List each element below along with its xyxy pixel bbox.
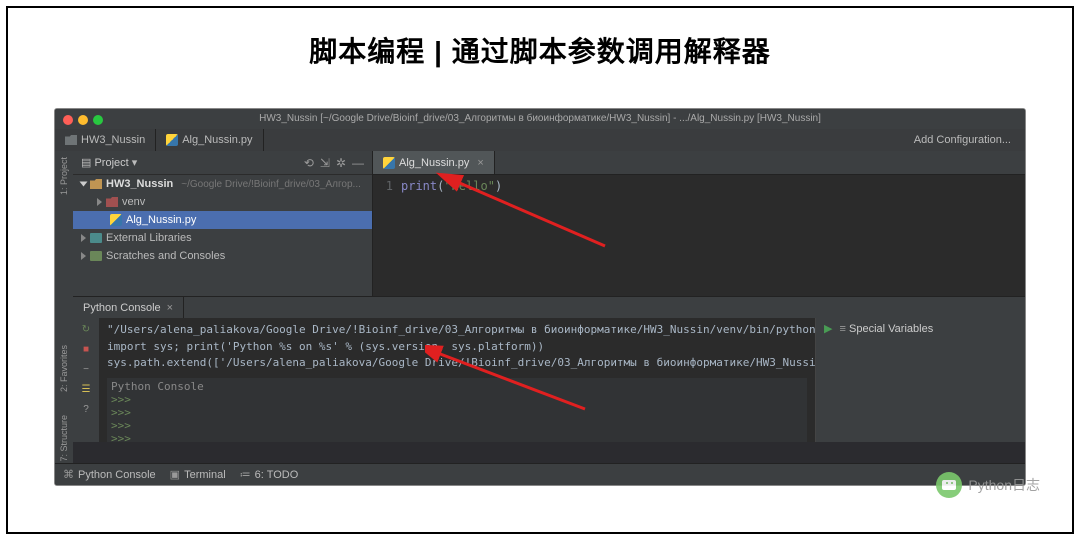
watermark: Python日志	[936, 472, 1040, 498]
play-icon: ▶	[824, 323, 832, 335]
tool-tab-structure[interactable]: 7: Structure	[59, 415, 69, 462]
folder-icon	[90, 179, 102, 189]
project-sidebar: ▤ Project ▾ ⟲ ⇲ ✲ — HW3_Nussin ~/Google …	[73, 151, 373, 296]
bottom-tab-terminal[interactable]: ▣Terminal	[170, 468, 226, 481]
editor-tab[interactable]: Alg_Nussin.py ×	[373, 151, 495, 174]
bottom-tab-todo[interactable]: ≔6: TODO	[240, 468, 299, 481]
hide-icon[interactable]: —	[352, 156, 364, 170]
tree-label: HW3_Nussin	[106, 178, 173, 190]
console-prompt: >>>	[111, 406, 803, 419]
crumb-project[interactable]: HW3_Nussin	[55, 129, 156, 151]
bottom-tab-console[interactable]: ⌘Python Console	[63, 468, 156, 481]
maximize-icon[interactable]	[93, 115, 103, 125]
code-editor[interactable]: Alg_Nussin.py × 1 print("Hello")	[373, 151, 1025, 296]
tree-root[interactable]: HW3_Nussin ~/Google Drive/!Bioinf_drive/…	[73, 175, 372, 193]
window-controls[interactable]	[63, 115, 103, 125]
sync-icon[interactable]: ⟲	[304, 156, 314, 170]
variables-panel[interactable]: ▶ ≡ Special Variables	[815, 318, 1025, 442]
console-line: sys.path.extend(['/Users/alena_paliakova…	[107, 355, 807, 372]
sidebar-title: ▤ Project ▾	[81, 156, 137, 169]
help-icon[interactable]: ?	[79, 402, 93, 416]
chevron-right-icon	[81, 252, 86, 260]
tool-tab-favorites[interactable]: 2: Favorites	[59, 345, 69, 392]
crumb-file[interactable]: Alg_Nussin.py	[156, 129, 263, 151]
tree-label: Scratches and Consoles	[106, 250, 225, 262]
chevron-right-icon	[97, 198, 102, 206]
bottom-bar: ⌘Python Console ▣Terminal ≔6: TODO	[55, 463, 1025, 485]
close-icon[interactable]: ×	[477, 157, 483, 169]
tree-path: ~/Google Drive/!Bioinf_drive/03_Алгор...	[181, 179, 361, 190]
console-prompt: >>>	[111, 393, 803, 406]
slide-title: 脚本编程 | 通过脚本参数调用解释器	[8, 30, 1072, 70]
titlebar: HW3_Nussin [~/Google Drive/Bioinf_drive/…	[55, 109, 1025, 129]
filter-icon[interactable]: ☰	[79, 382, 93, 396]
ide-window: HW3_Nussin [~/Google Drive/Bioinf_drive/…	[54, 108, 1026, 486]
terminal-icon: ▣	[170, 468, 180, 481]
chevron-right-icon	[81, 234, 86, 242]
watermark-text: Python日志	[968, 475, 1040, 495]
folder-icon	[106, 197, 118, 207]
collapse-icon[interactable]: ⇲	[320, 156, 330, 170]
minimize-icon[interactable]	[78, 115, 88, 125]
console-output[interactable]: "/Users/alena_paliakova/Google Drive/!Bi…	[99, 318, 815, 442]
wechat-icon	[936, 472, 962, 498]
rerun-icon[interactable]: ↻	[79, 322, 93, 336]
console-toolbar: ↻ ■ − ☰ ?	[73, 318, 99, 442]
sidebar-header: ▤ Project ▾ ⟲ ⇲ ✲ —	[73, 151, 372, 175]
scratch-icon	[90, 251, 102, 261]
line-number: 1	[373, 179, 401, 193]
code-line[interactable]: print("Hello")	[401, 179, 502, 193]
breadcrumb-bar: HW3_Nussin Alg_Nussin.py Add Configurati…	[55, 129, 1025, 151]
console-prompt: >>>	[111, 432, 803, 443]
console-line: import sys; print('Python %s on %s' % (s…	[107, 339, 807, 356]
stop-icon[interactable]: ■	[79, 342, 93, 356]
folder-icon	[65, 135, 77, 145]
crumb-label: HW3_Nussin	[81, 134, 145, 146]
tree-label: Alg_Nussin.py	[126, 214, 196, 226]
tree-item-file-selected[interactable]: Alg_Nussin.py	[73, 211, 372, 229]
tree-item-venv[interactable]: venv	[73, 193, 372, 211]
chevron-down-icon	[80, 182, 88, 187]
console-input-label: Python Console	[111, 380, 803, 393]
tree-label: venv	[122, 196, 145, 208]
python-icon	[110, 214, 122, 226]
minus-icon[interactable]: −	[79, 362, 93, 376]
console-icon: ⌘	[63, 468, 74, 481]
close-icon[interactable]	[63, 115, 73, 125]
tool-tab-project[interactable]: 1: Project	[59, 157, 69, 195]
console-prompt: >>>	[111, 419, 803, 432]
settings-icon[interactable]: ✲	[336, 156, 346, 170]
library-icon	[90, 233, 102, 243]
console-line: "/Users/alena_paliakova/Google Drive/!Bi…	[107, 322, 807, 339]
special-vars-label: Special Variables	[849, 323, 933, 335]
python-icon	[166, 134, 178, 146]
tree-item-libs[interactable]: External Libraries	[73, 229, 372, 247]
add-configuration-button[interactable]: Add Configuration...	[914, 134, 1011, 146]
tree-item-scratches[interactable]: Scratches and Consoles	[73, 247, 372, 265]
todo-icon: ≔	[240, 468, 251, 481]
tree-label: External Libraries	[106, 232, 192, 244]
crumb-label: Alg_Nussin.py	[182, 134, 252, 146]
editor-tab-label: Alg_Nussin.py	[399, 157, 469, 169]
python-icon	[383, 157, 395, 169]
console-tab[interactable]: Python Console×	[73, 297, 184, 318]
console-input-section[interactable]: Python Console >>> >>> >>> >>> >>>	[107, 378, 807, 443]
